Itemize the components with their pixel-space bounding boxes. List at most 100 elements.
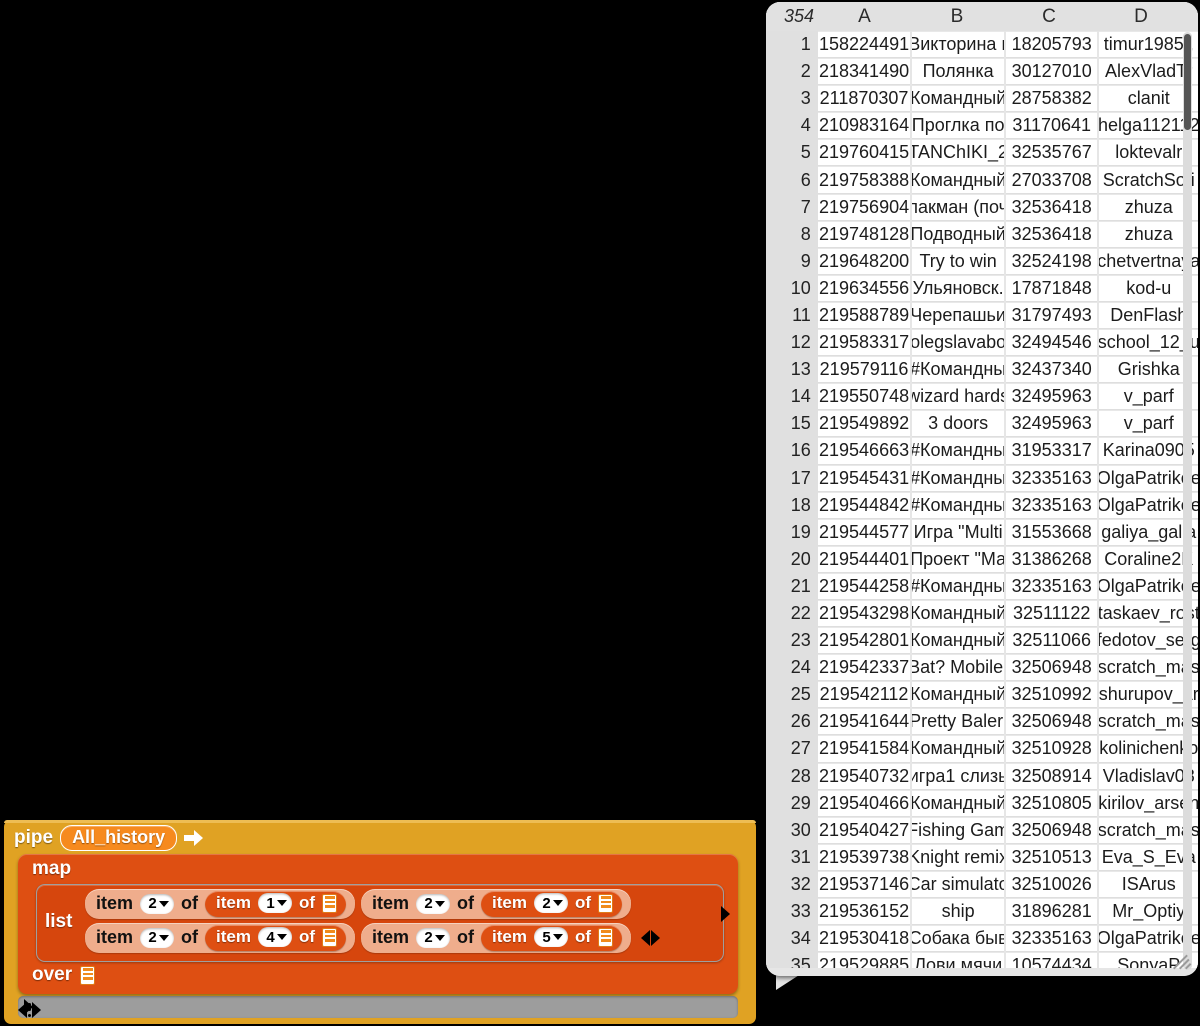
table-cell-b[interactable]: Черепашьи	[912, 302, 1004, 329]
table-cell-b[interactable]: игра1 слизь	[912, 763, 1004, 790]
table-cell-b[interactable]: Командный	[912, 85, 1004, 112]
resize-grip-icon[interactable]	[1173, 950, 1191, 968]
empty-slot-strip[interactable]	[18, 996, 738, 1018]
table-row[interactable]: 30219540427Fishing Gam32506948scratch_ma…	[766, 817, 1198, 844]
table-cell-a[interactable]: 211870307	[818, 85, 911, 112]
table-cell-a[interactable]: 219530418	[818, 925, 911, 952]
index-dropdown[interactable]: 2	[534, 893, 568, 913]
table-cell-c[interactable]: 31797493	[1006, 302, 1098, 329]
index-dropdown[interactable]: 2	[416, 894, 450, 914]
table-row[interactable]: 12219583317olegslavabo32494546school_12_…	[766, 329, 1198, 356]
table-cell-b[interactable]: ship	[912, 898, 1004, 925]
table-cell-a[interactable]: 219542801	[818, 627, 911, 654]
table-cell-a[interactable]: 219748128	[818, 221, 911, 248]
list-icon[interactable]	[80, 966, 95, 985]
table-cell-a[interactable]: 219545431	[818, 465, 911, 492]
table-cell-c[interactable]: 32536418	[1006, 194, 1098, 221]
table-cell-b[interactable]: wizard hards	[912, 383, 1004, 410]
table-cell-c[interactable]: 32495963	[1006, 383, 1098, 410]
table-cell-c[interactable]: 17871848	[1006, 275, 1098, 302]
table-row[interactable]: 10219634556Ульяновск. 17871848kod-u	[766, 275, 1198, 302]
table-cell-a[interactable]: 219537146	[818, 871, 911, 898]
snap-script[interactable]: pipe All_history map list item 2	[4, 820, 756, 1024]
inner-item-of-reporter[interactable]: item 4 of	[205, 925, 346, 951]
table-cell-a[interactable]: 219540732	[818, 763, 911, 790]
table-cell-a[interactable]: 219544258	[818, 573, 911, 600]
table-row[interactable]: 25219542112Командный32510992shurupov_ar	[766, 681, 1198, 708]
table-cell-b[interactable]: Bat? Mobile!	[912, 654, 1004, 681]
table-cell-c[interactable]: 28758382	[1006, 85, 1098, 112]
table-cell-b[interactable]: #Командны	[912, 492, 1004, 519]
table-row[interactable]: 16219546663#Командны31953317Karina0905	[766, 437, 1198, 464]
table-cell-a[interactable]: 219588789	[818, 302, 911, 329]
table-cell-a[interactable]: 219542337	[818, 654, 911, 681]
table-row[interactable]: 7219756904пакман (поч32536418zhuza	[766, 194, 1198, 221]
table-cell-a[interactable]: 219549892	[818, 410, 911, 437]
column-header-a[interactable]: A	[818, 2, 911, 31]
table-cell-a[interactable]: 219760415	[818, 139, 911, 166]
table-row[interactable]: 11219588789Черепашьи31797493DenFlash	[766, 302, 1198, 329]
table-row[interactable]: 29219540466Командный32510805kirilov_arse…	[766, 790, 1198, 817]
table-cell-b[interactable]: #Командны	[912, 465, 1004, 492]
table-cell-b[interactable]: Командный	[912, 735, 1004, 762]
table-cell-c[interactable]: 32510928	[1006, 735, 1098, 762]
column-header-b[interactable]: B	[911, 2, 1003, 31]
index-dropdown[interactable]: 2	[416, 928, 450, 948]
table-row[interactable]: 32219537146Car simulato32510026ISArus	[766, 871, 1198, 898]
table-row[interactable]: 21219544258#Командны32335163OlgaPatrikee	[766, 573, 1198, 600]
chevron-down-icon[interactable]	[435, 901, 445, 907]
table-cell-a[interactable]: 219648200	[818, 248, 911, 275]
table-cell-b[interactable]: Fishing Gam	[912, 817, 1004, 844]
table-cell-c[interactable]: 32506948	[1006, 708, 1098, 735]
table-cell-a[interactable]: 219550748	[818, 383, 911, 410]
table-cell-c[interactable]: 18205793	[1006, 31, 1098, 58]
arrow-left-icon[interactable]	[641, 930, 650, 946]
chevron-down-icon[interactable]	[277, 934, 287, 940]
chevron-down-icon[interactable]	[553, 934, 563, 940]
list-icon[interactable]	[322, 894, 337, 913]
table-cell-a[interactable]: 219544577	[818, 519, 911, 546]
inner-item-of-reporter[interactable]: item 5 of	[481, 925, 622, 951]
table-row[interactable]: 24219542337Bat? Mobile!32506948scratch_m…	[766, 654, 1198, 681]
index-dropdown[interactable]: 1	[258, 893, 292, 913]
result-bubble[interactable]: 354 A B C D 1158224491Викторина г1820579…	[766, 2, 1198, 976]
chevron-down-icon[interactable]	[159, 935, 169, 941]
index-dropdown[interactable]: 2	[140, 894, 174, 914]
table-cell-b[interactable]: Командный	[912, 166, 1004, 193]
table-row[interactable]: 22219543298Командный32511122taskaev_rost	[766, 600, 1198, 627]
table-row[interactable]: 35219529885Лови мячи10574434SonyaP	[766, 952, 1198, 968]
table-cell-a[interactable]: 218341490	[818, 58, 911, 85]
table-cell-c[interactable]: 10574434	[1006, 952, 1098, 968]
table-row[interactable]: 34219530418Собака быв32335163OlgaPatrike…	[766, 925, 1198, 952]
table-cell-c[interactable]: 31553668	[1006, 519, 1098, 546]
index-dropdown[interactable]: 5	[534, 927, 568, 947]
table-cell-a[interactable]: 219541584	[818, 735, 911, 762]
arrow-left-icon[interactable]	[18, 1002, 27, 1018]
table-row[interactable]: 9219648200Try to win32524198chetvertnaya	[766, 248, 1198, 275]
table-row[interactable]: 27219541584Командный32510928kolinichenko	[766, 735, 1198, 762]
table-cell-a[interactable]: 219541644	[818, 708, 911, 735]
table-cell-b[interactable]: пакман (поч	[912, 194, 1004, 221]
table-cell-c[interactable]: 32335163	[1006, 492, 1098, 519]
table-cell-b[interactable]: Проглка по	[912, 112, 1004, 139]
table-cell-c[interactable]: 32508914	[1006, 763, 1098, 790]
table-cell-b[interactable]: Лови мячи	[912, 952, 1004, 968]
chevron-down-icon[interactable]	[553, 900, 563, 906]
table-cell-c[interactable]: 31170641	[1006, 112, 1098, 139]
table-cell-b[interactable]: Командный	[912, 790, 1004, 817]
table-cell-c[interactable]: 31896281	[1006, 898, 1098, 925]
inner-item-of-reporter[interactable]: item 1 of	[205, 891, 346, 917]
table-cell-c[interactable]: 32437340	[1006, 356, 1098, 383]
table-cell-b[interactable]: Pretty Baleri	[912, 708, 1004, 735]
table-cell-a[interactable]: 219539738	[818, 844, 911, 871]
table-row[interactable]: 152195498923 doors32495963v_parf	[766, 410, 1198, 437]
table-cell-a[interactable]: 219544842	[818, 492, 911, 519]
table-row[interactable]: 6219758388Командный27033708ScratchSofi	[766, 166, 1198, 193]
table-row[interactable]: 2218341490Полянка30127010AlexVladTr	[766, 58, 1198, 85]
arrow-right-icon[interactable]	[32, 1002, 41, 1018]
item-of-reporter[interactable]: item 2 of item 4	[85, 923, 355, 953]
table-cell-b[interactable]: #Командны	[912, 437, 1004, 464]
variable-pill-all-history[interactable]: All_history	[60, 825, 177, 851]
table-cell-a[interactable]: 219758388	[818, 166, 911, 193]
table-cell-c[interactable]: 32524198	[1006, 248, 1098, 275]
